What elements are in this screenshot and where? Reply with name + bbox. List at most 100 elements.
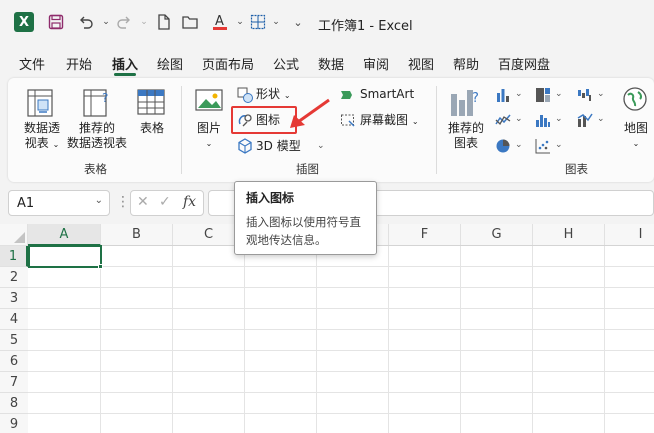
tooltip-title: 插入图标 [246, 191, 295, 205]
new-file-icon[interactable] [154, 12, 174, 32]
formula-bar-splitter[interactable]: ⋮ [116, 194, 130, 212]
svg-text:?: ? [472, 91, 479, 106]
recommended-pivot-icon[interactable]: ? [82, 88, 112, 118]
cancel-icon[interactable]: ✕ [137, 194, 149, 210]
tab-insert[interactable]: 插入 [112, 54, 138, 73]
tab-review[interactable]: 审阅 [363, 54, 389, 73]
insert-function-button[interactable]: fx [183, 194, 196, 210]
recommended-charts-button[interactable]: 推荐的 图表 [446, 121, 486, 151]
active-tab-indicator [114, 73, 136, 76]
customize-toolbar-icon[interactable]: ⌄ [288, 12, 308, 32]
tab-data[interactable]: 数据 [318, 54, 344, 73]
redo-dropdown-icon[interactable]: ⌄ [134, 12, 154, 32]
statistic-chart-dropdown-icon[interactable]: ⌄ [555, 114, 563, 124]
pie-chart-dropdown-icon[interactable]: ⌄ [515, 140, 523, 150]
scatter-chart-icon[interactable] [535, 138, 551, 154]
tab-draw[interactable]: 绘图 [157, 54, 183, 73]
fill-handle[interactable] [98, 264, 103, 269]
maps-button[interactable]: 地图 ⌄ [620, 121, 652, 151]
pivot-table-button[interactable]: 数据透 视表 ⌄ [16, 121, 68, 152]
combo-chart-dropdown-icon[interactable]: ⌄ [597, 114, 605, 124]
name-box-dropdown-icon[interactable]: ⌄ [95, 195, 103, 206]
column-chart-icon[interactable] [495, 87, 511, 103]
pictures-button[interactable]: 图片 ⌄ [192, 121, 226, 151]
menu-bar: 文件 开始 插入 绘图 页面布局 公式 数据 审阅 视图 帮助 百度网盘 [0, 50, 654, 76]
title-bar: X ⌄ ⌄ A ⌄ ⌄ ⌄ 工作簿1 - Excel [0, 0, 654, 46]
tables-group-label: 表格 [84, 162, 107, 176]
row-header-1[interactable]: 1 [0, 246, 28, 267]
grid-line [28, 371, 654, 372]
borders-icon[interactable] [248, 12, 268, 32]
column-header-f[interactable]: F [389, 224, 461, 246]
combo-chart-icon[interactable] [577, 112, 593, 128]
hierarchy-chart-dropdown-icon[interactable]: ⌄ [555, 89, 563, 99]
waterfall-chart-dropdown-icon[interactable]: ⌄ [597, 89, 605, 99]
row-header-8[interactable]: 8 [0, 393, 28, 414]
recommended-pivot-button[interactable]: 推荐的 数据透视表 [64, 121, 130, 151]
pie-chart-icon[interactable] [495, 138, 511, 154]
row-header-2[interactable]: 2 [0, 267, 28, 288]
open-folder-icon[interactable] [180, 12, 200, 32]
pivot-table-icon[interactable] [26, 88, 56, 118]
waterfall-chart-icon[interactable] [577, 87, 593, 103]
tooltip-description: 插入图标以使用符号直观地传达信息。 [246, 215, 361, 247]
grid-line [28, 350, 654, 351]
column-header-g[interactable]: G [461, 224, 533, 246]
tab-page-layout[interactable]: 页面布局 [202, 54, 254, 73]
screenshot-icon[interactable] [340, 112, 356, 128]
smartart-icon[interactable] [340, 87, 356, 103]
icons-button[interactable]: 图标 [256, 113, 280, 128]
column-header-a[interactable]: A [28, 224, 101, 246]
font-color-icon[interactable]: A [210, 12, 230, 32]
row-header-7[interactable]: 7 [0, 372, 28, 393]
3d-models-dropdown-icon[interactable]: ⌄ [317, 141, 325, 151]
statistic-chart-icon[interactable] [535, 112, 551, 128]
tab-baidu-netdisk[interactable]: 百度网盘 [498, 54, 550, 73]
pictures-icon[interactable] [194, 88, 224, 116]
row-header-3[interactable]: 3 [0, 288, 28, 309]
select-all-corner[interactable] [0, 224, 28, 246]
icons-icon[interactable] [237, 112, 253, 128]
enter-icon[interactable]: ✓ [159, 194, 171, 210]
table-icon[interactable] [136, 88, 166, 118]
row-header-9[interactable]: 9 [0, 414, 28, 433]
undo-dropdown-icon[interactable]: ⌄ [96, 12, 116, 32]
tab-formulas[interactable]: 公式 [273, 54, 299, 73]
grid-line [388, 246, 389, 433]
redo-icon[interactable] [114, 12, 134, 32]
svg-text:A: A [215, 14, 224, 29]
column-header-h[interactable]: H [533, 224, 605, 246]
tab-file[interactable]: 文件 [19, 54, 45, 73]
3d-models-button[interactable]: 3D 模型 [256, 139, 301, 154]
column-chart-dropdown-icon[interactable]: ⌄ [515, 89, 523, 99]
3d-models-icon[interactable] [237, 138, 253, 154]
tab-view[interactable]: 视图 [408, 54, 434, 73]
smartart-button[interactable]: SmartArt [360, 87, 414, 102]
maps-icon[interactable] [622, 86, 648, 112]
illustrations-group-label: 插图 [296, 162, 319, 176]
name-box[interactable]: A1 ⌄ [8, 190, 110, 216]
undo-icon[interactable] [76, 12, 96, 32]
row-header-6[interactable]: 6 [0, 351, 28, 372]
row-header-4[interactable]: 4 [0, 309, 28, 330]
scatter-chart-dropdown-icon[interactable]: ⌄ [555, 140, 563, 150]
window-title: 工作簿1 - Excel [318, 19, 413, 34]
shapes-icon[interactable] [237, 87, 253, 103]
hierarchy-chart-icon[interactable] [535, 87, 551, 103]
tab-home[interactable]: 开始 [66, 54, 92, 73]
selected-cell-a1[interactable] [28, 245, 102, 268]
column-header-i[interactable]: I [605, 224, 654, 246]
table-button[interactable]: 表格 [132, 121, 172, 136]
row-header-5[interactable]: 5 [0, 330, 28, 351]
column-header-b[interactable]: B [101, 224, 173, 246]
tab-help[interactable]: 帮助 [453, 54, 479, 73]
recommended-charts-icon[interactable]: ? [448, 88, 482, 120]
borders-dropdown-icon[interactable]: ⌄ [266, 12, 286, 32]
screenshot-button[interactable]: 屏幕截图 ⌄ [360, 113, 419, 129]
grid-line [316, 246, 317, 433]
line-chart-dropdown-icon[interactable]: ⌄ [515, 114, 523, 124]
line-chart-icon[interactable] [495, 112, 511, 128]
grid-line [28, 392, 654, 393]
font-color-dropdown-icon[interactable]: ⌄ [230, 12, 250, 32]
save-icon[interactable] [46, 12, 66, 32]
